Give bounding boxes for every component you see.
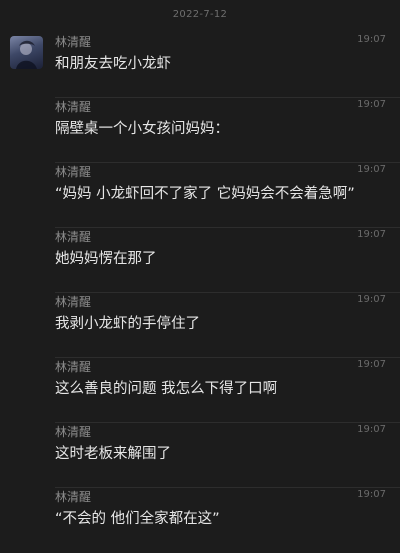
message-item: 林清醒 19:07 “妈妈 小龙虾回不了家了 它妈妈会不会着急啊” xyxy=(0,163,400,228)
message-item: 林清醒 19:07 隔壁桌一个小女孩问妈妈： xyxy=(0,98,400,163)
message-item: 林清醒 19:07 我剥小龙虾的手停住了 xyxy=(0,293,400,358)
message-time: 19:07 xyxy=(357,34,386,45)
sender-name: 林清醒 xyxy=(55,425,92,439)
sender-name: 林清醒 xyxy=(55,490,92,504)
message-item: 林清醒 19:07 她妈妈愣在那了 xyxy=(0,228,400,293)
message-text[interactable]: 我剥小龙虾的手停住了 xyxy=(55,312,200,333)
message-text[interactable]: “不会的 他们全家都在这” xyxy=(55,507,220,528)
message-time: 19:07 xyxy=(357,229,386,240)
sender-name: 林清醒 xyxy=(55,100,92,114)
message-item: 林清醒 19:07 和朋友去吃小龙虾 xyxy=(0,33,400,98)
sender-name: 林清醒 xyxy=(55,360,92,374)
message-item: 林清醒 19:07 “不会的 他们全家都在这” xyxy=(0,488,400,553)
message-time: 19:07 xyxy=(357,164,386,175)
message-text[interactable]: 她妈妈愣在那了 xyxy=(55,247,157,268)
message-time: 19:07 xyxy=(357,99,386,110)
message-time: 19:07 xyxy=(357,359,386,370)
message-text[interactable]: “妈妈 小龙虾回不了家了 它妈妈会不会着急啊” xyxy=(55,182,355,203)
message-text[interactable]: 这么善良的问题 我怎么下得了口啊 xyxy=(55,377,277,398)
message-time: 19:07 xyxy=(357,489,386,500)
message-time: 19:07 xyxy=(357,294,386,305)
date-header: 2022-7-12 xyxy=(172,9,228,20)
sender-name: 林清醒 xyxy=(55,295,92,309)
message-text[interactable]: 这时老板来解围了 xyxy=(55,442,171,463)
message-text[interactable]: 和朋友去吃小龙虾 xyxy=(55,52,171,73)
message-text[interactable]: 隔壁桌一个小女孩问妈妈： xyxy=(55,117,229,138)
sender-name: 林清醒 xyxy=(55,35,92,49)
message-item: 林清醒 19:07 这么善良的问题 我怎么下得了口啊 xyxy=(0,358,400,423)
sender-name: 林清醒 xyxy=(55,230,92,244)
message-time: 19:07 xyxy=(357,424,386,435)
sender-name: 林清醒 xyxy=(55,165,92,179)
message-item: 林清醒 19:07 这时老板来解围了 xyxy=(0,423,400,488)
